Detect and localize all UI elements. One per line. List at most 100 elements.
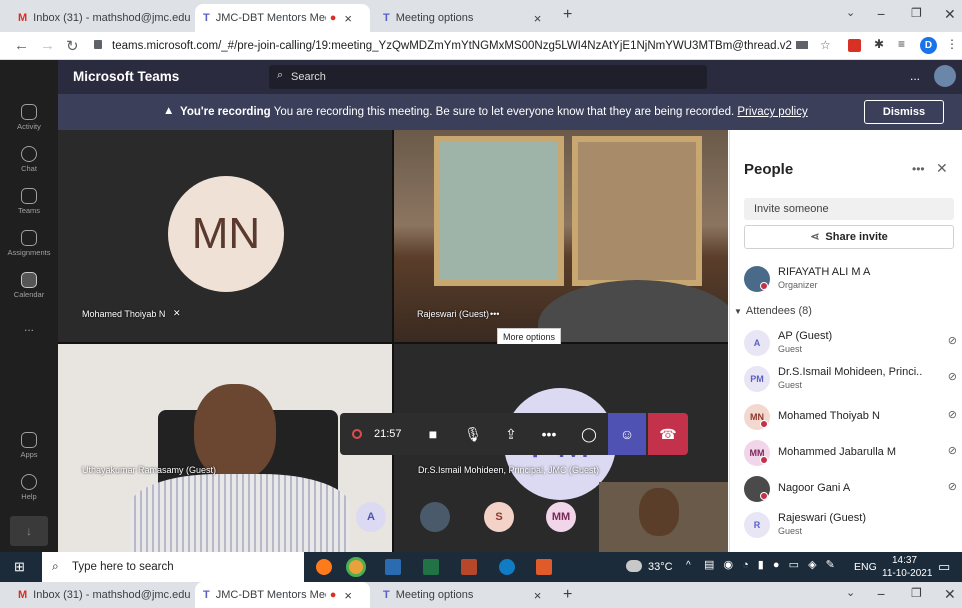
new-tab-button[interactable]: + [563,6,572,24]
privacy-policy-link[interactable]: Privacy policy [737,106,807,118]
profile-avatar[interactable]: D [920,37,937,54]
participant-avatar[interactable]: MM [546,502,576,532]
rail-chat[interactable]: Chat [0,146,58,173]
list-item[interactable]: MM Mohammed Jabarulla M ⊘ [744,438,959,472]
rail-calendar[interactable]: Calendar [0,272,58,299]
close-tab-icon[interactable]: × [344,11,352,26]
camera-button[interactable]: ■ [414,413,452,455]
list-item[interactable]: R Rajeswari (Guest) Guest [744,510,959,544]
more-options-icon[interactable]: ••• [490,309,499,319]
search-icon: ⌕ [52,559,59,573]
reload-icon[interactable]: ↻ [66,37,79,55]
restore-button[interactable]: ❐ [911,586,922,600]
list-item[interactable]: MN Mohamed Thoiyab N ⊘ [744,402,959,436]
search-input[interactable]: ⌕ Search [269,65,707,89]
star-icon[interactable]: ☆ [820,38,831,52]
word-icon[interactable] [385,559,401,575]
pdf-extension-icon[interactable] [848,39,861,52]
list-item[interactable]: Nagoor Gani A ⊘ [744,474,959,508]
mic-muted-icon: ✕ [173,308,181,318]
meeting-timer: 21:57 [374,428,402,440]
chevron-down-icon[interactable]: ⌄ [846,6,855,19]
teams-app-rail: Activity Chat Teams Assignments Calendar… [0,60,58,552]
organizer-row[interactable]: RIFAYATH ALI M A Organizer [744,264,959,298]
participant-avatar[interactable]: A [356,502,386,532]
clock-time[interactable]: 14:37 [892,555,917,566]
close-window-button[interactable]: ✕ [944,586,956,603]
participant-avatar-photo[interactable] [420,502,450,532]
status-badge [760,456,768,464]
attendees-header[interactable]: ▼ Attendees (8) [734,305,812,317]
participant-tile-mn[interactable]: MN Mohamed Thoiyab N ✕ [58,130,392,342]
tab-gmail[interactable]: M Inbox (31) - mathshod@jmc.edu × [10,4,195,32]
tab-meeting-options[interactable]: T Meeting options × [375,4,555,32]
rail-help[interactable]: Help [0,474,58,501]
gmail-icon: M [18,12,28,24]
close-icon[interactable]: ✕ [936,160,948,177]
minimize-button[interactable]: − [877,586,885,602]
rail-teams[interactable]: Teams [0,188,58,215]
app-icon[interactable] [536,559,552,575]
new-tab-button[interactable]: + [563,586,572,604]
close-tab-icon[interactable]: × [344,588,352,603]
list-item[interactable]: PM Dr.S.Ismail Mohideen, Princi... Guest… [744,364,959,398]
close-window-button[interactable]: ✕ [944,6,956,23]
rail-activity[interactable]: Activity [0,104,58,131]
participant-tile-rajeswari[interactable]: Rajeswari (Guest) ••• [394,130,728,342]
share-invite-button[interactable]: ⋖ Share invite [744,225,954,249]
back-icon[interactable]: ← [14,37,29,54]
forward-icon[interactable]: → [40,37,55,54]
close-tab-icon[interactable]: × [534,11,542,26]
url-field[interactable]: teams.microsoft.com/_#/pre-join-calling/… [112,36,792,56]
extensions-icon[interactable]: ✱ [874,37,884,51]
minimize-button[interactable]: − [877,6,885,22]
taskbar-search[interactable]: ⌕ Type here to search [42,552,304,582]
restore-button[interactable]: ❐ [911,6,922,20]
chevron-down-icon[interactable]: ⌄ [846,586,855,599]
dismiss-button[interactable]: Dismiss [864,100,944,124]
menu-icon[interactable]: ⋮ [946,37,958,51]
picture-frame [572,136,702,286]
tab-meeting-options[interactable]: T Meeting options × [375,582,555,608]
leave-button[interactable]: ☎ [648,413,688,455]
participants-button[interactable]: ☺ [608,413,646,455]
chat-button[interactable]: ◯ [570,413,608,455]
language-indicator[interactable]: ENG [854,561,877,573]
gmail-icon: M [18,589,28,601]
invite-input[interactable]: Invite someone [744,198,954,220]
weather-temp[interactable]: 33°C [648,561,673,573]
notification-icon[interactable]: ▭ [938,559,950,575]
more-options-button[interactable]: ... [910,69,920,83]
more-actions-button[interactable]: ••• [530,413,568,455]
excel-icon[interactable] [423,559,439,575]
recording-banner: ▲ You're recording You are recording thi… [58,94,962,130]
share-icon: ⋖ [810,231,820,243]
list-item[interactable]: A AP (Guest) Guest ⊘ [744,328,959,362]
rail-apps[interactable]: Apps [0,432,58,459]
download-icon[interactable]: ↓ [10,516,48,546]
close-tab-icon[interactable]: × [534,588,542,603]
tray-icons[interactable]: ▤ ◉ ◔ ▮ ● ▭ ◈ ✎ [704,558,838,571]
user-avatar[interactable] [934,65,956,87]
app-icon[interactable] [461,559,477,575]
rail-more[interactable]: ... [0,320,58,334]
chrome-icon[interactable] [346,557,366,577]
clock-date[interactable]: 11-10-2021 [882,568,932,579]
tab-teams-meeting[interactable]: T JMC-DBT Mentors Meeting ● × [195,582,370,608]
edge-icon[interactable] [499,559,515,575]
self-view-video[interactable] [599,482,728,552]
share-button[interactable]: ⇪ [492,413,530,455]
video-stage: MN Mohamed Thoiyab N ✕ Rajeswari (Guest)… [58,130,728,552]
camera-icon[interactable] [796,41,808,49]
reading-list-icon[interactable]: ≡ [898,37,905,51]
mic-muted-icon: ⊘ [947,409,957,421]
chevron-up-icon[interactable]: ^ [686,560,691,571]
mic-button[interactable]: 🎙 [454,413,492,455]
rail-assignments[interactable]: Assignments [0,230,58,257]
panel-more-button[interactable]: ••• [912,162,925,176]
windows-start-icon[interactable]: ⊞ [14,559,25,575]
firefox-icon[interactable] [316,559,332,575]
tab-teams-meeting[interactable]: T JMC-DBT Mentors Meeting ● × [195,4,370,32]
tab-gmail[interactable]: M Inbox (31) - mathshod@jmc.edu × [10,582,195,608]
participant-avatar[interactable]: S [484,502,514,532]
